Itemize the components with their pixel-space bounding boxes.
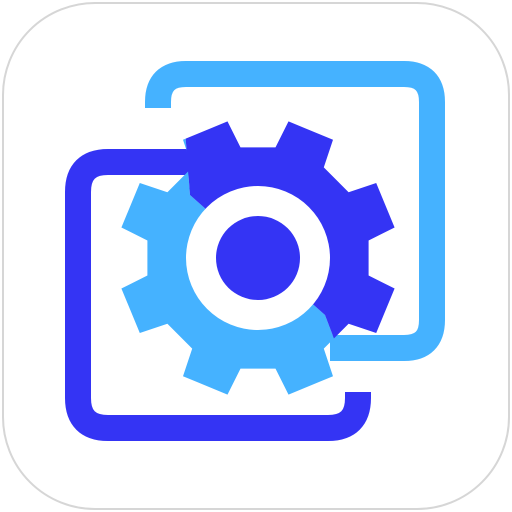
gear-center-dot [216,216,300,300]
settings-gear-icon [2,2,510,510]
app-icon-tile[interactable] [0,0,512,512]
